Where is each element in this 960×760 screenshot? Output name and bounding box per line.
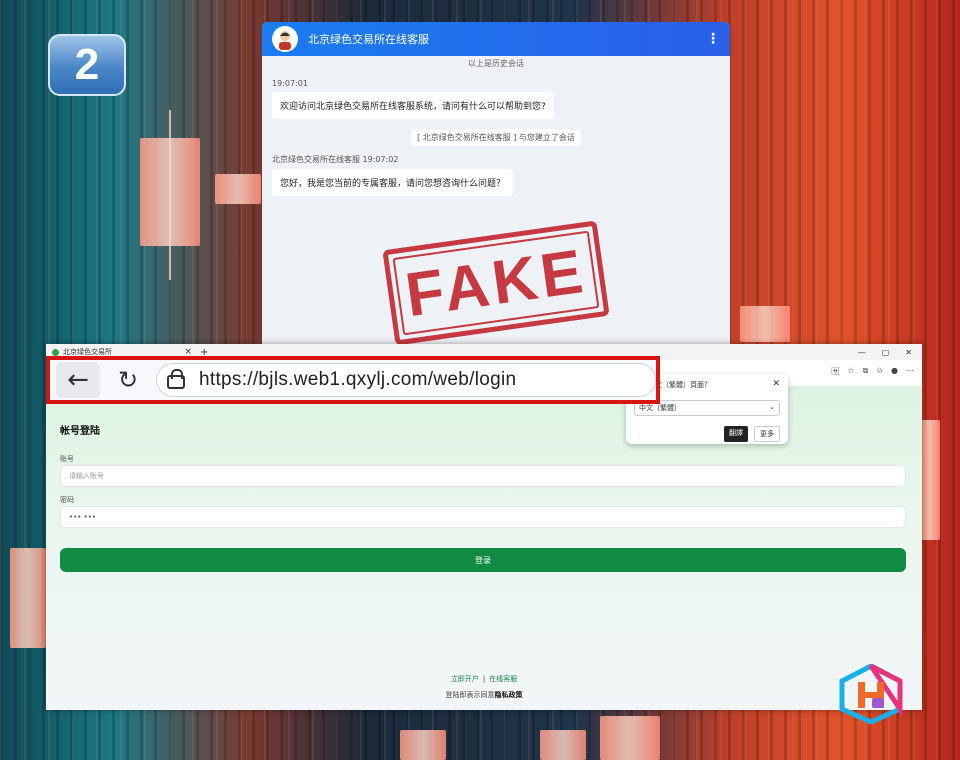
close-icon[interactable]: ✕ xyxy=(772,379,780,389)
chevron-down-icon: ⌄ xyxy=(769,403,775,411)
more-options-button[interactable]: 更多 xyxy=(754,426,780,442)
chat-bubble: 欢迎访问北京绿色交易所在线客服系统，请问有什么可以帮助到您? xyxy=(272,92,554,119)
login-button[interactable]: 登录 xyxy=(60,548,906,572)
decor-candle xyxy=(740,306,790,342)
decor-candle xyxy=(400,730,446,760)
login-title: 帐号登陆 xyxy=(60,426,100,437)
message-sender-time: 北京绿色交易所在线客服 19:07:02 xyxy=(272,155,399,164)
translate-button[interactable]: 翻譯 xyxy=(724,426,748,442)
window-close-icon[interactable]: ✕ xyxy=(905,348,912,357)
open-account-link[interactable]: 立即开户 xyxy=(451,675,479,683)
password-input[interactable]: ••• ••• xyxy=(60,506,906,528)
password-label: 密码 xyxy=(60,496,74,504)
system-message: [ 北京绿色交易所在线客服 ] 与您建立了会话 xyxy=(272,129,720,146)
decor-wick xyxy=(169,110,171,280)
decor-candle xyxy=(920,420,940,540)
footer-links: 立即开户 | 在线客服 xyxy=(450,675,518,683)
more-menu-icon[interactable]: ⋮ xyxy=(706,31,720,47)
address-bar[interactable]: https://bjls.web1.qxylj.com/web/login xyxy=(156,363,656,397)
agent-avatar xyxy=(272,26,298,52)
back-icon[interactable]: ← xyxy=(56,362,100,398)
message-time: 19:07:01 xyxy=(272,79,308,88)
profile-icon[interactable]: ● xyxy=(891,366,898,377)
chat-header: 北京绿色交易所在线客服 ⋮ xyxy=(262,22,730,56)
extensions-icon[interactable]: ⧉ xyxy=(863,366,869,377)
step-number-badge: 2 xyxy=(48,34,126,96)
lock-icon xyxy=(167,369,185,389)
url-highlight-box: ← ↻ https://bjls.web1.qxylj.com/web/logi… xyxy=(46,356,660,404)
decor-candle xyxy=(600,716,660,760)
maximize-icon[interactable]: ▢ xyxy=(882,348,890,357)
translate-icon[interactable]: 🈂 xyxy=(831,366,839,377)
url-text: https://bjls.web1.qxylj.com/web/login xyxy=(199,369,517,390)
chat-bubble: 您好，我是您当前的专属客服，请问您想咨询什么问题？ xyxy=(272,169,514,196)
account-label: 账号 xyxy=(60,455,74,463)
more-icon[interactable]: ⋯ xyxy=(906,366,914,377)
online-service-link[interactable]: 在线客服 xyxy=(489,675,517,683)
decor-candle xyxy=(215,174,261,204)
brand-logo-icon xyxy=(839,664,903,724)
favorite-icon[interactable]: ☆ xyxy=(847,366,854,377)
minimize-icon[interactable]: — xyxy=(858,348,866,357)
favorites-bar-icon[interactable]: ✩ xyxy=(876,366,883,377)
history-notice: 以上是历史会话 xyxy=(468,59,524,68)
account-input[interactable]: 请输入账号 xyxy=(60,465,906,487)
favicon-icon xyxy=(52,348,59,356)
decor-candle xyxy=(540,730,586,760)
privacy-policy-link[interactable]: 隐私政策 xyxy=(495,691,523,699)
chat-title: 北京绿色交易所在线客服 xyxy=(308,33,429,46)
agreement-note: 登陆即表示同意隐私政策 xyxy=(445,691,523,699)
decor-candle xyxy=(10,548,46,648)
reload-icon[interactable]: ↻ xyxy=(106,366,150,394)
